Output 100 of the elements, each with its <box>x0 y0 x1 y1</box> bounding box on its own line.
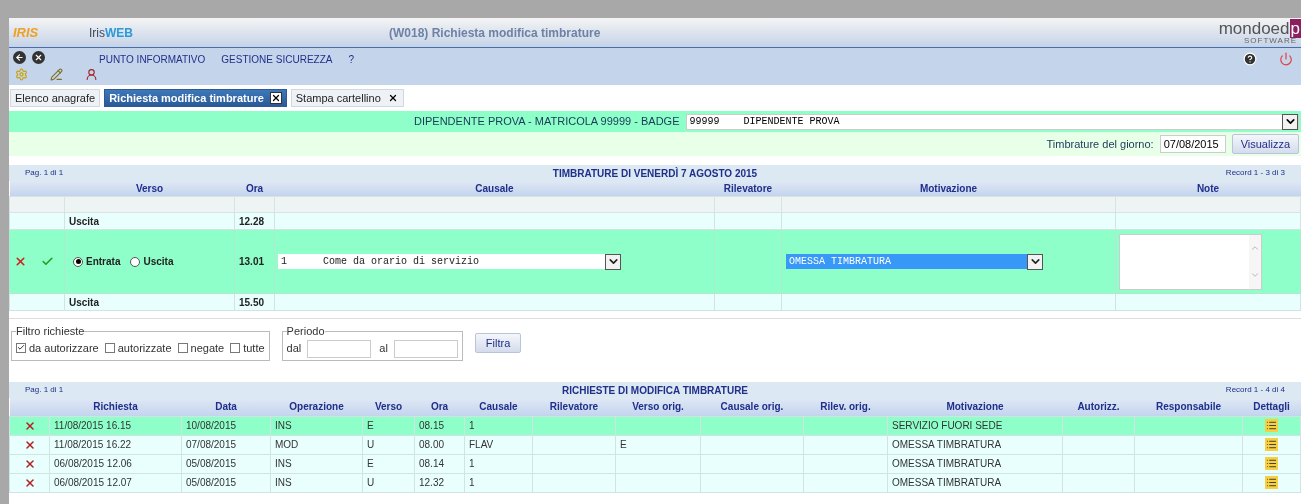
column-header: Dettagli <box>1242 398 1301 416</box>
delete-icon[interactable] <box>23 419 36 432</box>
column-header <box>9 181 65 197</box>
table-cell: INS <box>275 420 292 431</box>
column-header: Richiesta <box>49 398 182 416</box>
details-icon[interactable] <box>1265 438 1278 451</box>
column-header: Motivazione <box>887 398 1063 416</box>
table-cell: 10/08/2015 <box>186 420 237 431</box>
close-icon[interactable] <box>32 51 45 64</box>
delete-icon[interactable] <box>23 438 36 451</box>
close-tab-icon[interactable] <box>269 92 282 104</box>
radio-option[interactable]: Uscita <box>130 254 174 269</box>
employee-select[interactable]: 99999 DIPENDENTE PROVA <box>685 113 1299 130</box>
from-label: dal <box>286 341 302 357</box>
table-cell: 12.28 <box>239 215 265 227</box>
radio-option[interactable]: Entrata <box>73 254 121 269</box>
details-icon[interactable] <box>1265 457 1278 470</box>
filter-checkbox[interactable]: da autorizzare <box>16 339 99 356</box>
column-header: Responsabile <box>1134 398 1243 416</box>
table-cell: 08.15 <box>419 420 445 431</box>
column-header: Verso <box>64 181 235 197</box>
table-cell: 1 <box>469 458 475 469</box>
filter-button[interactable]: Filtra <box>474 333 522 353</box>
confirm-icon[interactable] <box>41 255 54 268</box>
pager-text: Pag. 1 di 1 <box>25 167 65 179</box>
column-header: Verso <box>362 398 415 416</box>
show-button[interactable]: Visualizza <box>1231 134 1299 154</box>
table-cell: OMESSA TIMBRATURA <box>892 477 1002 488</box>
delete-icon[interactable] <box>23 476 36 489</box>
tab[interactable]: Stampa cartellino <box>290 89 404 107</box>
column-header: Causale orig. <box>700 398 804 416</box>
column-header: Rilevatore <box>532 398 616 416</box>
check-icon <box>17 343 25 353</box>
delete-icon[interactable] <box>23 457 36 470</box>
column-header: Motivazione <box>781 181 1116 197</box>
menu-item[interactable]: GESTIONE SICUREZZA <box>221 52 333 66</box>
menu-item[interactable]: PUNTO INFORMATIVO <box>99 52 206 66</box>
window-title: (W018) Richiesta modifica timbrature <box>389 24 601 42</box>
user-icon[interactable] <box>85 68 98 81</box>
filter-checkbox[interactable]: tutte <box>230 339 265 356</box>
table-cell: U <box>367 477 375 488</box>
table-cell: OMESSA TIMBRATURA <box>892 439 1002 450</box>
filter-checkbox[interactable]: autorizzate <box>104 339 172 356</box>
pencil-icon[interactable] <box>50 68 63 81</box>
table-cell: 11/08/2015 16.22 <box>54 439 132 450</box>
table-cell: 05/08/2015 <box>186 458 237 469</box>
filter-legend: Filtro richieste <box>16 323 85 340</box>
column-header: Ora <box>234 181 275 197</box>
table-cell: SERVIZIO FUORI SEDE <box>892 420 1003 431</box>
table-cell: 11/08/2015 16.15 <box>54 420 132 431</box>
table-title: TIMBRATURE DI VENERDÌ 7 AGOSTO 2015 <box>551 166 759 181</box>
table-cell: U <box>367 439 375 450</box>
help-icon[interactable] <box>1243 52 1257 66</box>
date-field[interactable]: 07/08/2015 <box>1159 135 1226 153</box>
table-cell: E <box>367 458 374 469</box>
cancel-icon[interactable] <box>14 255 27 268</box>
table-cell: E <box>620 439 627 450</box>
table-cell: 08.14 <box>419 458 445 469</box>
table-cell: INS <box>275 477 292 488</box>
table-cell: Uscita <box>69 215 99 227</box>
record-count: Record 1 - 3 di 3 <box>1224 167 1285 179</box>
table-cell: 1 <box>469 420 475 431</box>
table-cell: 12.32 <box>419 477 445 488</box>
table-cell: 06/08/2015 12.07 <box>54 477 132 488</box>
request-row[interactable]: 11/08/2015 16.15 10/08/2015 INS E 08.15 1 SERVIZIO FUORI SEDE <box>9 416 1301 435</box>
employee-label: DIPENDENTE PROVA - MATRICOLA 99999 - BADGE <box>414 114 680 130</box>
column-header: Causale <box>464 398 533 416</box>
brand-logo: mondoedp <box>1218 20 1301 37</box>
power-icon[interactable] <box>1279 52 1293 66</box>
reason-select[interactable]: 1 Come da orario di servizio <box>278 254 621 269</box>
tab[interactable]: Elenco anagrafe <box>10 89 101 107</box>
column-header: Verso orig. <box>615 398 701 416</box>
day-label: Timbrature del giorno: <box>1046 136 1154 152</box>
details-icon[interactable] <box>1265 476 1278 489</box>
column-header: Rilevatore <box>714 181 782 197</box>
table-cell: E <box>367 420 374 431</box>
filter-checkbox[interactable]: negate <box>177 339 225 356</box>
column-header: Operazione <box>270 398 363 416</box>
table-cell: 05/08/2015 <box>186 477 237 488</box>
table-cell: Uscita <box>69 296 99 308</box>
to-label: al <box>379 341 388 357</box>
record-count: Record 1 - 4 di 4 <box>1224 384 1285 396</box>
menu-item[interactable]: ? <box>348 52 354 66</box>
to-date-field[interactable] <box>393 339 458 358</box>
from-date-field[interactable] <box>307 339 372 358</box>
back-icon[interactable] <box>13 51 26 64</box>
table-title: RICHIESTE DI MODIFICA TIMBRATURE <box>560 383 750 398</box>
details-icon[interactable] <box>1265 419 1278 432</box>
app-name: IrisWEB <box>89 24 134 42</box>
column-header: Autorizz. <box>1062 398 1135 416</box>
period-legend: Periodo <box>286 323 325 340</box>
table-cell: 15.50 <box>239 296 265 308</box>
table-cell: 06/08/2015 12.06 <box>54 458 132 469</box>
logo: IRIS <box>13 23 39 42</box>
table-cell: FLAV <box>469 439 494 450</box>
table-cell: OMESSA TIMBRATURA <box>892 458 1002 469</box>
column-header: Rilev. orig. <box>803 398 888 416</box>
table-cell: MOD <box>275 439 299 450</box>
column-header: Data <box>181 398 271 416</box>
tab[interactable]: Richiesta modifica timbrature <box>104 89 287 107</box>
